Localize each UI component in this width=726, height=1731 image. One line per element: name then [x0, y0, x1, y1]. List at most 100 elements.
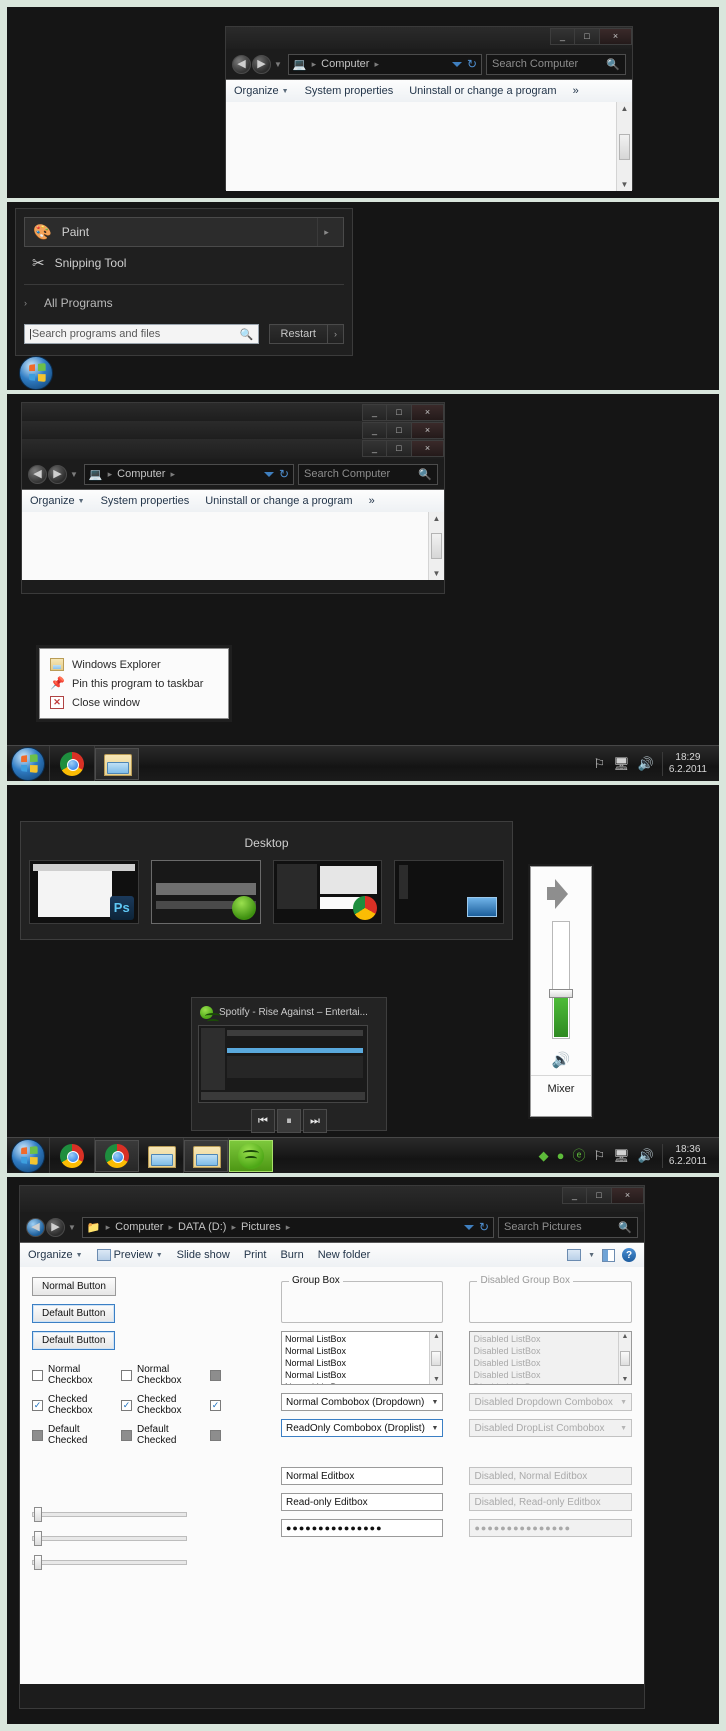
- title-bar-1[interactable]: _ □ ×: [22, 403, 444, 421]
- breadcrumb-item-computer[interactable]: Computer: [115, 1221, 163, 1233]
- clock[interactable]: 18:29 6.2.2011: [661, 751, 713, 776]
- normal-checkbox-2[interactable]: Normal Checkbox: [120, 1364, 196, 1386]
- uninstall-change-program-button[interactable]: Uninstall or change a program: [409, 85, 556, 97]
- desktop-thumb[interactable]: [394, 860, 504, 924]
- chrome-taskbar-button-2[interactable]: [95, 1139, 139, 1172]
- close-button[interactable]: ×: [412, 440, 444, 457]
- vertical-scrollbar[interactable]: ▲ ▼: [428, 512, 444, 580]
- minimize-button[interactable]: _: [362, 422, 387, 439]
- forward-button[interactable]: ▶: [252, 54, 271, 74]
- help-icon[interactable]: ?: [622, 1248, 636, 1262]
- start-search-input[interactable]: | Search programs and files 🔍: [24, 324, 259, 344]
- all-programs-button[interactable]: › All Programs: [16, 290, 352, 316]
- slider-thumb[interactable]: [34, 1530, 42, 1546]
- jump-list-item-windows-explorer[interactable]: Windows Explorer: [40, 655, 228, 674]
- spotify-taskbar-button[interactable]: [229, 1139, 273, 1172]
- dropbox-icon[interactable]: ◆: [539, 1149, 549, 1162]
- address-bar[interactable]: 📁 ▸ Computer ▸ DATA (D:) ▸ Pictures ▸ ↻: [81, 1216, 494, 1238]
- recent-pages-dropdown-icon[interactable]: ▼: [272, 60, 284, 69]
- start-orb[interactable]: [19, 356, 53, 390]
- normal-button[interactable]: Normal Button: [32, 1277, 116, 1296]
- minimize-button[interactable]: _: [550, 28, 575, 45]
- vertical-scrollbar[interactable]: ▲ ▼: [616, 102, 632, 191]
- recent-pages-dropdown-icon[interactable]: ▼: [68, 470, 80, 479]
- close-button[interactable]: ×: [612, 1187, 644, 1204]
- scroll-down-icon[interactable]: ▼: [433, 569, 441, 578]
- new-folder-button[interactable]: New folder: [318, 1249, 371, 1261]
- readonly-droplist-combobox[interactable]: ReadOnly Combobox (Droplist) ▼: [280, 1419, 444, 1437]
- start-orb[interactable]: [11, 1138, 45, 1173]
- view-options-icon[interactable]: [567, 1249, 582, 1261]
- toolbar-overflow-button[interactable]: »: [369, 495, 375, 507]
- search-input[interactable]: Search Computer 🔍: [486, 53, 626, 75]
- chevron-down-icon[interactable]: [463, 1224, 474, 1230]
- start-orb[interactable]: [11, 746, 45, 781]
- network-icon[interactable]: 🖥: [613, 1149, 630, 1162]
- back-button[interactable]: ◀: [26, 1217, 45, 1237]
- title-bar[interactable]: _ □ ×: [226, 27, 632, 49]
- chevron-down-icon[interactable]: ▼: [588, 1252, 595, 1259]
- preview-button[interactable]: Preview ▼: [96, 1249, 163, 1261]
- file-list-area[interactable]: ▲ ▼: [22, 512, 444, 580]
- print-button[interactable]: Print: [244, 1249, 267, 1261]
- slider-thumb[interactable]: [34, 1554, 42, 1570]
- list-item[interactable]: Normal ListBox: [285, 1346, 427, 1357]
- organize-button[interactable]: Organize ▼: [30, 495, 85, 507]
- explorer-taskbar-button[interactable]: [95, 747, 139, 780]
- list-item[interactable]: Normal ListBox: [285, 1370, 427, 1381]
- list-item[interactable]: Normal ListBox: [285, 1382, 427, 1384]
- address-bar[interactable]: 💻 ▸ Computer ▸ ↻: [287, 53, 482, 75]
- breadcrumb-item-pictures[interactable]: Pictures: [241, 1221, 281, 1233]
- action-center-flag-icon[interactable]: ⚐: [593, 757, 605, 770]
- breadcrumb-item-data-d[interactable]: DATA (D:): [178, 1221, 226, 1233]
- normal-checkbox-1[interactable]: Normal Checkbox: [32, 1364, 107, 1386]
- normal-listbox[interactable]: Normal ListBox Normal ListBox Normal Lis…: [280, 1331, 444, 1385]
- volume-slider-thumb[interactable]: [549, 989, 573, 998]
- organize-button[interactable]: Organize ▼: [234, 85, 289, 97]
- restart-button[interactable]: Restart: [268, 324, 328, 344]
- explorer-taskbar-button-1[interactable]: [139, 1140, 183, 1172]
- maximize-button[interactable]: □: [575, 28, 600, 45]
- breadcrumb-item-computer[interactable]: Computer: [321, 58, 369, 70]
- minimize-button[interactable]: _: [362, 440, 387, 457]
- normal-dropdown-combobox[interactable]: Normal Combobox (Dropdown) ▼: [280, 1393, 444, 1411]
- back-button[interactable]: ◀: [232, 54, 251, 74]
- maximize-button[interactable]: □: [587, 1187, 612, 1204]
- previous-track-button[interactable]: ⏮: [251, 1109, 275, 1133]
- scroll-up-icon[interactable]: ▲: [621, 104, 629, 113]
- readonly-editbox[interactable]: Read-only Editbox: [280, 1493, 444, 1511]
- forward-button[interactable]: ▶: [46, 1217, 65, 1237]
- chevron-down-icon[interactable]: [451, 61, 462, 67]
- slider-1[interactable]: [32, 1506, 187, 1522]
- list-item[interactable]: Normal ListBox: [285, 1358, 427, 1369]
- normal-editbox[interactable]: Normal Editbox: [280, 1467, 444, 1485]
- chrome-window-thumb[interactable]: [272, 860, 383, 924]
- scroll-down-icon[interactable]: ▼: [433, 1376, 440, 1383]
- title-bar-3[interactable]: _ □ ×: [22, 439, 444, 459]
- toolbar-overflow-button[interactable]: »: [573, 85, 579, 97]
- utorrent-icon[interactable]: ⓔ: [572, 1149, 585, 1162]
- preview-thumbnail-image[interactable]: [198, 1025, 368, 1103]
- address-bar[interactable]: 💻 ▸ Computer ▸ ↻: [83, 463, 294, 485]
- slider-thumb[interactable]: [34, 1506, 42, 1522]
- scroll-up-icon[interactable]: ▲: [433, 1333, 440, 1340]
- normal-checkbox-3[interactable]: [209, 1369, 221, 1381]
- minimize-button[interactable]: _: [362, 404, 387, 421]
- back-button[interactable]: ◀: [28, 464, 47, 484]
- title-bar[interactable]: _ □ ×: [20, 1186, 644, 1212]
- volume-slider[interactable]: [549, 921, 573, 1039]
- minimize-button[interactable]: _: [562, 1187, 587, 1204]
- recent-pages-dropdown-icon[interactable]: ▼: [66, 1223, 78, 1232]
- maximize-button[interactable]: □: [387, 404, 412, 421]
- title-bar-2[interactable]: _ □ ×: [22, 421, 444, 439]
- checked-checkbox-3[interactable]: ✓: [209, 1399, 221, 1411]
- password-editbox[interactable]: ●●●●●●●●●●●●●●●: [280, 1519, 444, 1537]
- refresh-icon[interactable]: ↻: [479, 1220, 489, 1234]
- default-checked-3[interactable]: [209, 1429, 221, 1441]
- close-button[interactable]: ×: [412, 404, 444, 421]
- slider-3[interactable]: [32, 1554, 187, 1570]
- burn-button[interactable]: Burn: [280, 1249, 303, 1261]
- default-checked-1[interactable]: Default Checked: [32, 1424, 107, 1446]
- maximize-button[interactable]: □: [387, 440, 412, 457]
- close-button[interactable]: ×: [600, 28, 632, 45]
